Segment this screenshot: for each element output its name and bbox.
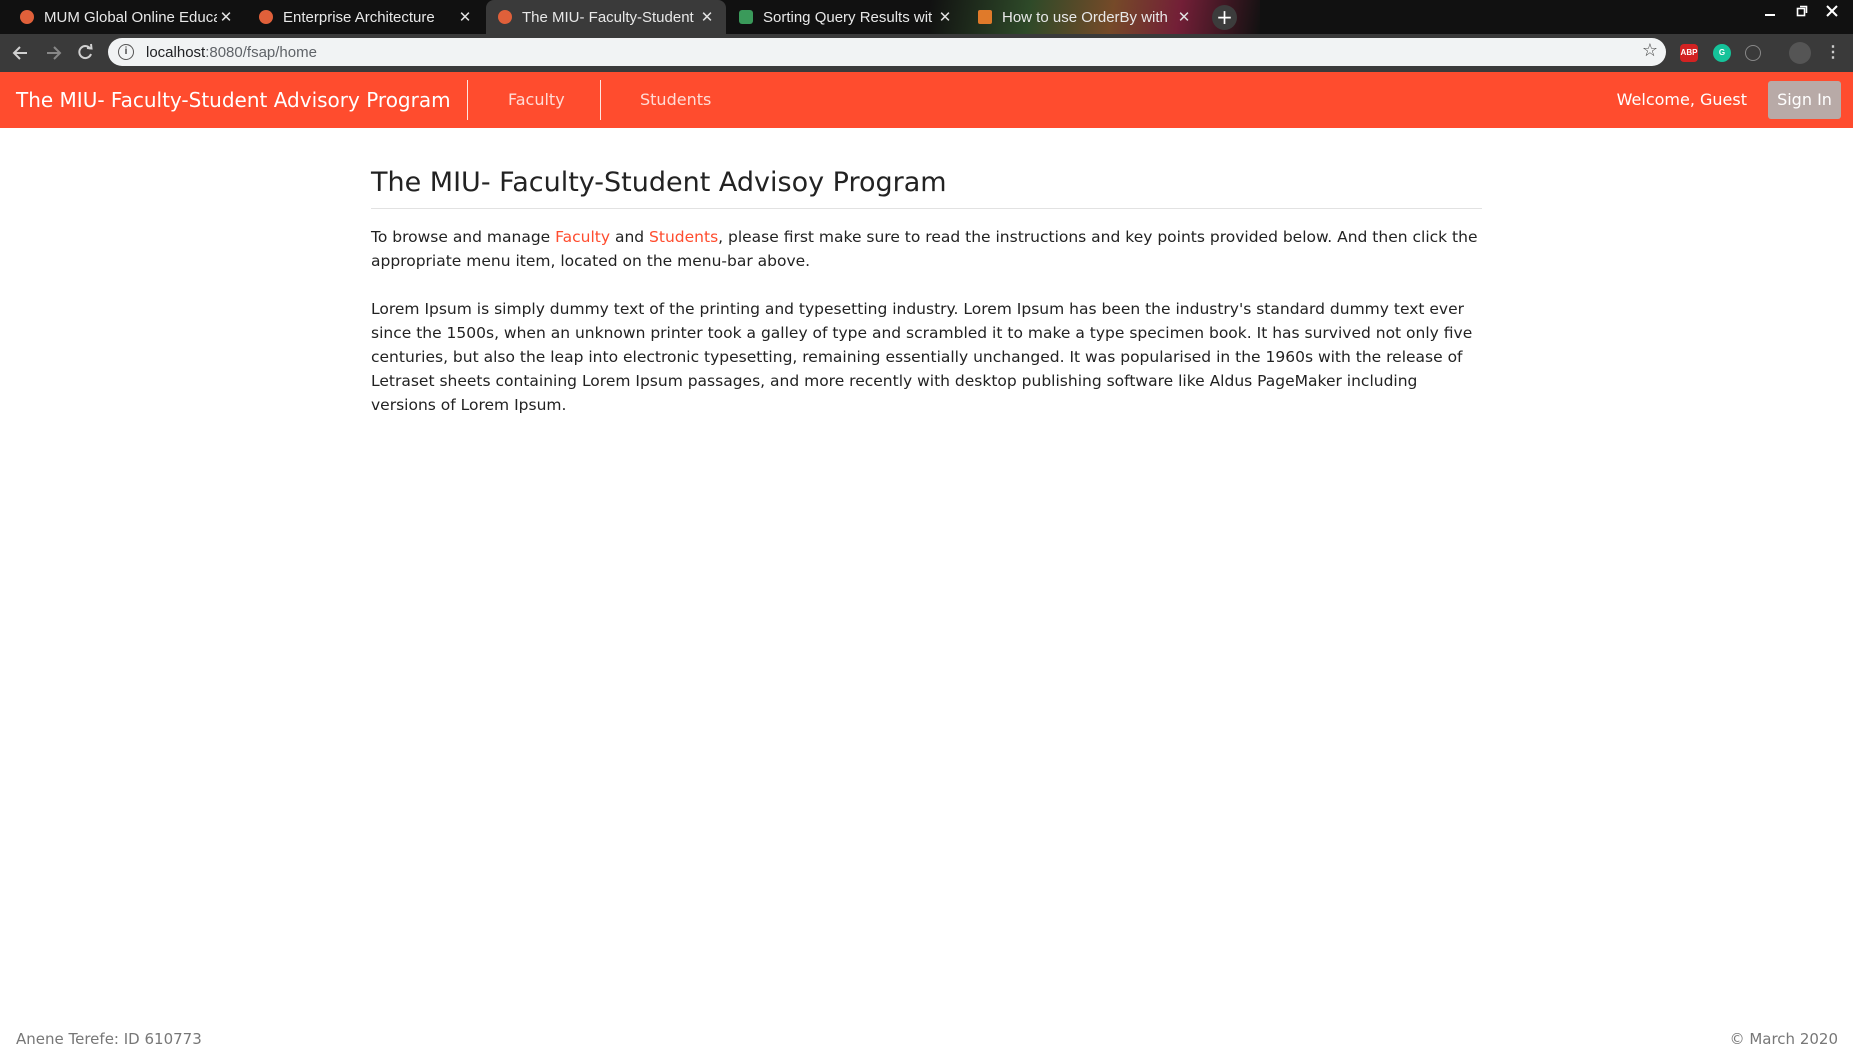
browser-tab[interactable]: How to use OrderBy with ✕	[966, 0, 1203, 34]
browser-tab[interactable]: Sorting Query Results wit ✕	[727, 0, 964, 34]
browser-menu-icon[interactable]: ⋮	[1824, 44, 1842, 62]
extension-icon[interactable]	[1745, 45, 1761, 61]
lorem-paragraph: Lorem Ipsum is simply dummy text of the …	[371, 300, 1473, 414]
address-bar[interactable]: i localhost:8080/fsap/home ☆	[108, 38, 1666, 66]
tab-title: The MIU- Faculty-Student	[522, 8, 694, 26]
back-arrow-icon[interactable]	[8, 40, 34, 66]
students-link[interactable]: Students	[649, 228, 718, 246]
bookmark-star-icon[interactable]: ☆	[1642, 40, 1658, 61]
browser-tab-strip: MUM Global Online Educa ✕ Enterprise Arc…	[0, 0, 1853, 34]
nav-link-students[interactable]: Students	[640, 72, 711, 128]
forward-arrow-icon[interactable]	[40, 40, 66, 66]
browser-tab[interactable]: Enterprise Architecture ✕	[247, 0, 484, 34]
intro-text: and	[610, 228, 650, 246]
page-title: The MIU- Faculty-Student Advisoy Program	[371, 167, 947, 198]
mum-favicon-icon	[259, 10, 273, 24]
url-host: localhost	[146, 43, 206, 61]
tab-title: Enterprise Architecture	[283, 8, 435, 26]
mum-favicon-icon	[498, 10, 512, 24]
tab-title: How to use OrderBy with	[1002, 8, 1168, 26]
browser-toolbar: i localhost:8080/fsap/home ☆ ABP G ⋮	[0, 34, 1853, 72]
browser-tab-active[interactable]: The MIU- Faculty-Student ✕	[486, 0, 726, 34]
sign-in-button[interactable]: Sign In	[1768, 81, 1841, 119]
browser-tab[interactable]: MUM Global Online Educa ✕	[8, 0, 245, 34]
minimize-window-icon[interactable]	[1758, 5, 1782, 21]
grammarly-extension-icon[interactable]: G	[1713, 44, 1731, 62]
welcome-text: Welcome, Guest	[1616, 90, 1747, 109]
profile-avatar[interactable]	[1789, 42, 1811, 64]
new-tab-button[interactable]: +	[1212, 5, 1237, 30]
footer-author: Anene Terefe: ID 610773	[16, 1030, 202, 1048]
nav-link-faculty[interactable]: Faculty	[508, 72, 565, 128]
close-tab-icon[interactable]: ✕	[217, 8, 235, 26]
close-tab-icon[interactable]: ✕	[1175, 8, 1193, 26]
adblock-extension-icon[interactable]: ABP	[1680, 44, 1698, 62]
footer-copyright: © March 2020	[1729, 1030, 1838, 1048]
reload-icon[interactable]	[72, 40, 98, 66]
tab-title: Sorting Query Results wit	[763, 8, 933, 26]
restore-window-icon[interactable]	[1790, 5, 1814, 21]
url-path: :8080/fsap/home	[205, 43, 317, 61]
url-text: localhost:8080/fsap/home	[146, 44, 317, 61]
site-info-icon[interactable]: i	[118, 44, 134, 60]
site-brand[interactable]: The MIU- Faculty-Student Advisory Progra…	[16, 72, 451, 128]
close-tab-icon[interactable]: ✕	[456, 8, 474, 26]
title-divider	[371, 208, 1482, 209]
close-tab-icon[interactable]: ✕	[936, 8, 954, 26]
nav-divider	[600, 80, 601, 120]
intro-paragraph: To browse and manage Faculty and Student…	[371, 225, 1482, 273]
main-content: The MIU- Faculty-Student Advisoy Program…	[371, 128, 1482, 417]
nav-divider	[467, 80, 468, 120]
stackoverflow-icon	[978, 10, 992, 24]
close-window-icon[interactable]	[1820, 5, 1844, 21]
site-navbar: The MIU- Faculty-Student Advisory Progra…	[0, 72, 1853, 128]
faculty-link[interactable]: Faculty	[555, 228, 610, 246]
mum-favicon-icon	[20, 10, 34, 24]
tab-title: MUM Global Online Educa	[44, 8, 217, 26]
leaf-icon	[739, 10, 753, 24]
close-tab-icon[interactable]: ✕	[698, 8, 716, 26]
intro-text: To browse and manage	[371, 228, 556, 246]
